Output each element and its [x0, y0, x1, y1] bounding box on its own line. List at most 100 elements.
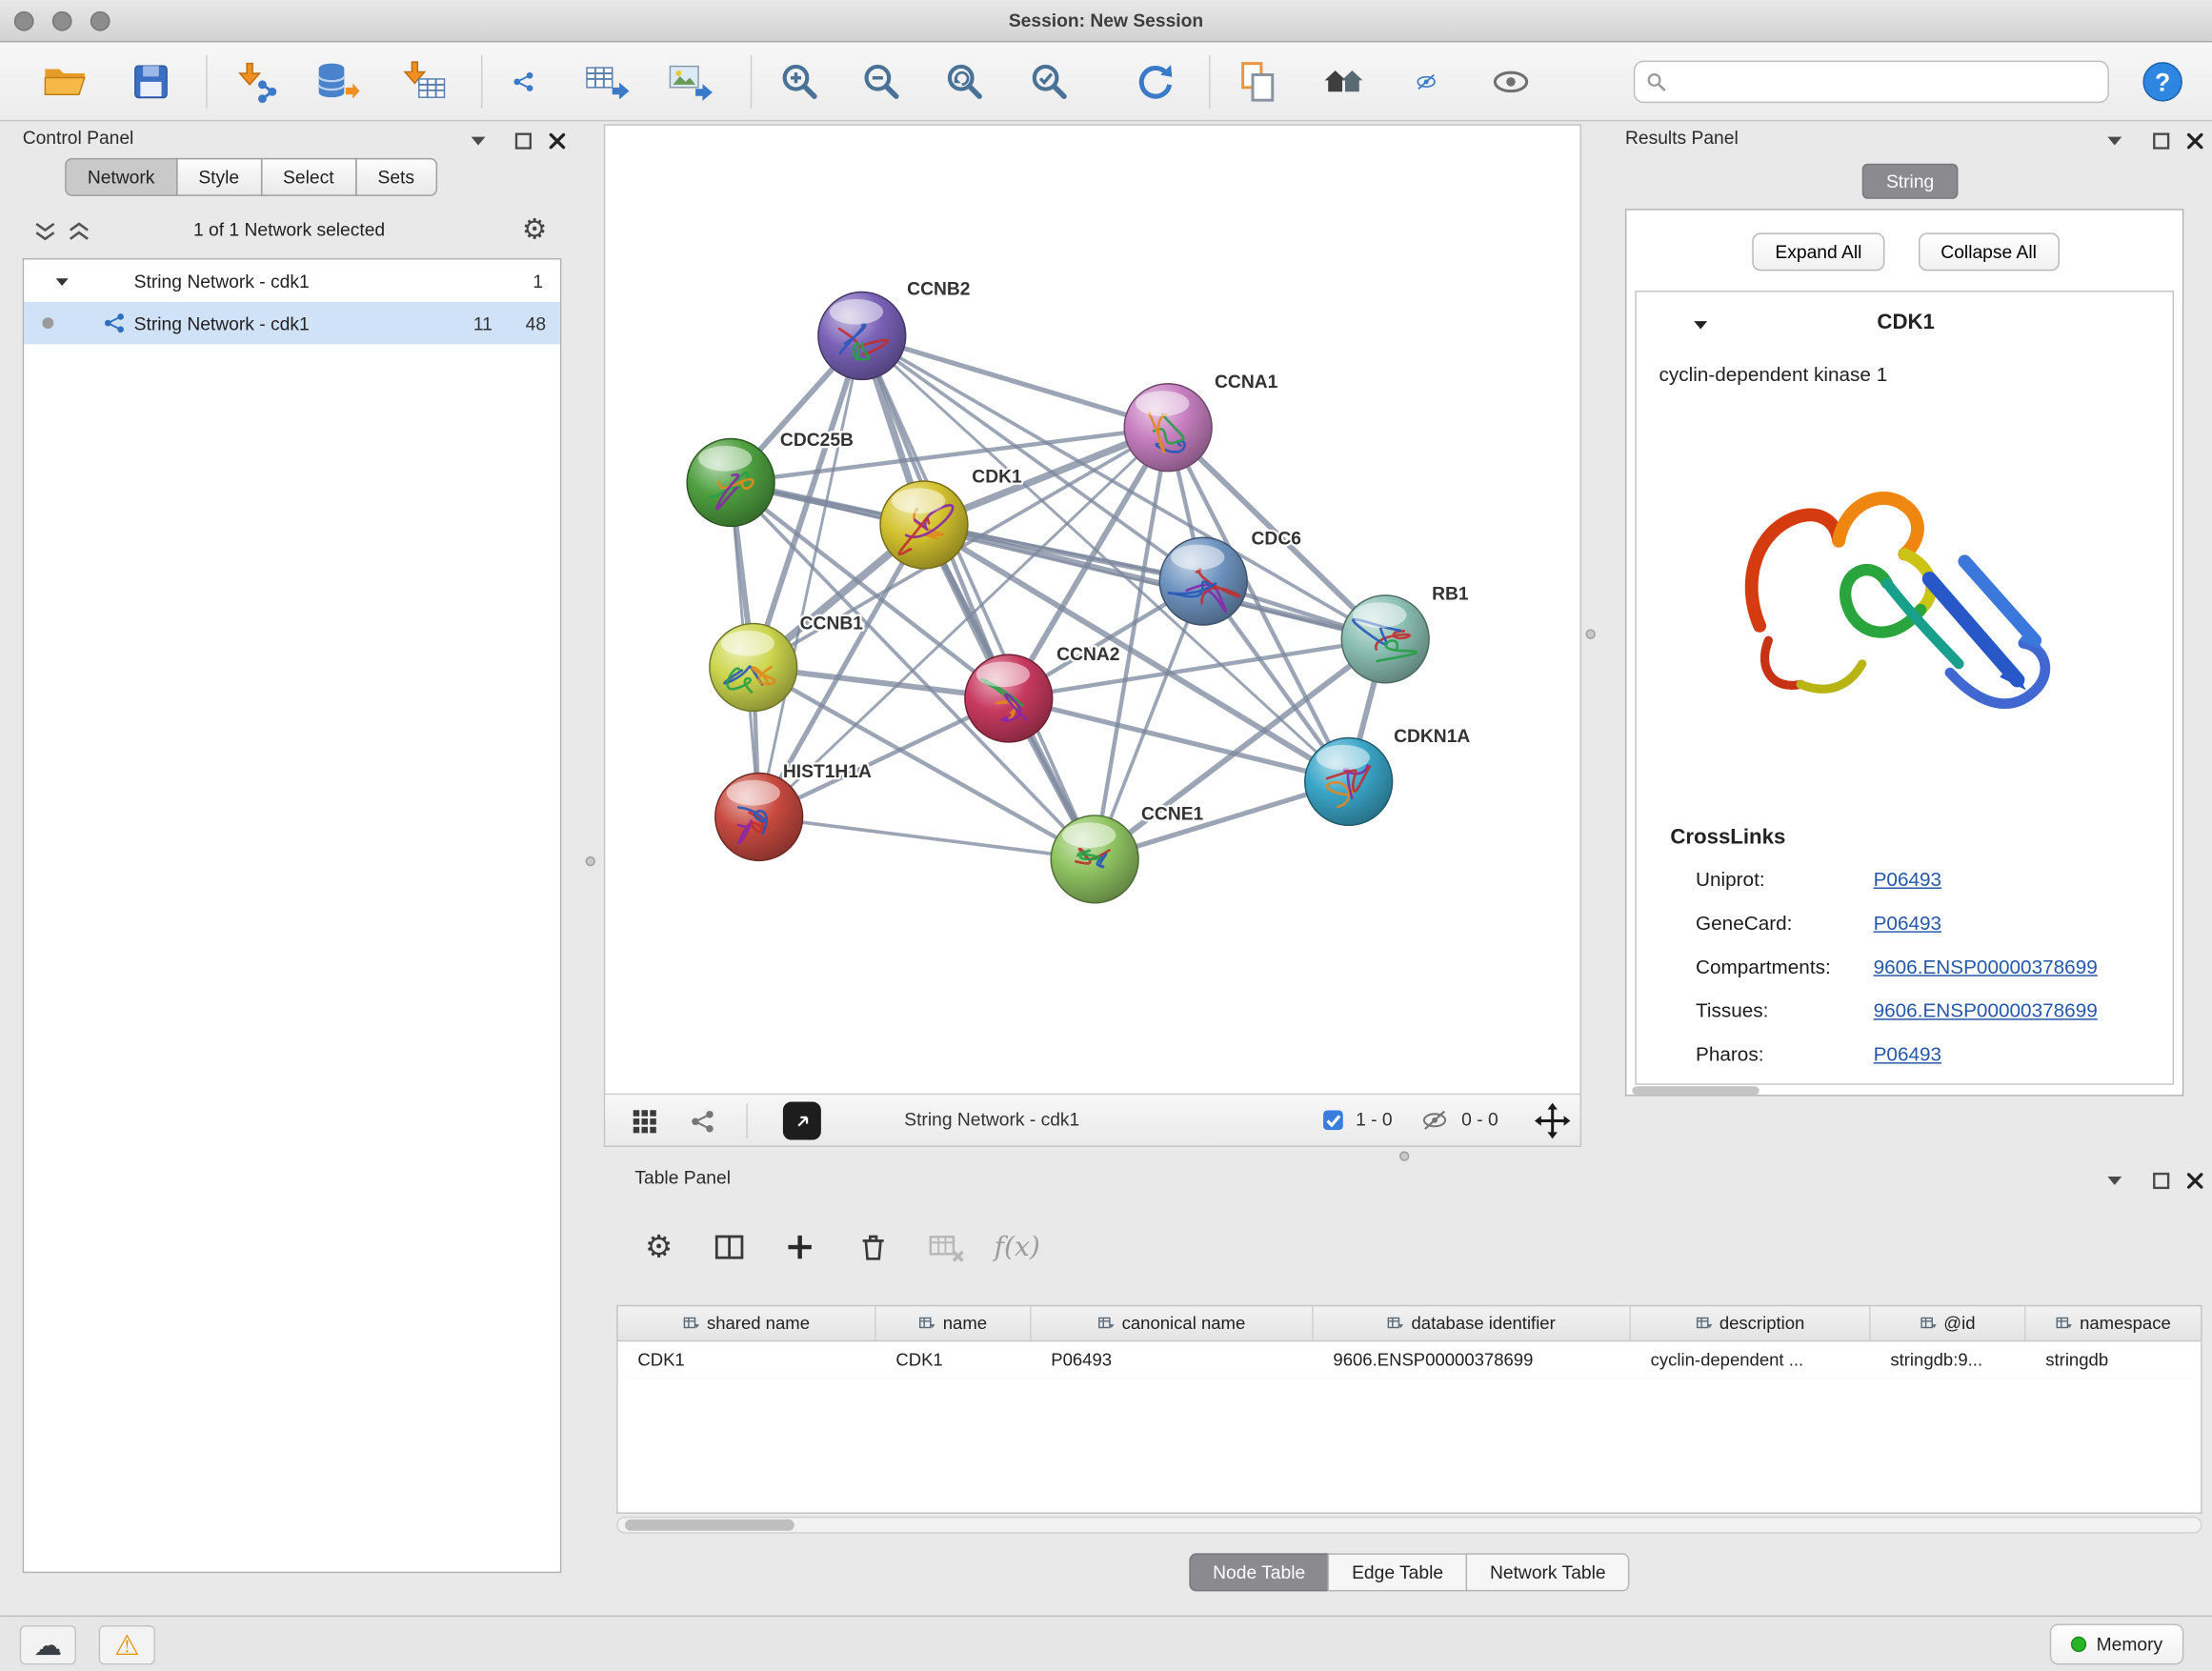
zoom-in-button[interactable] [769, 50, 831, 114]
column-header-namespace[interactable]: namespace [2026, 1306, 2202, 1340]
results-panel-float-icon[interactable] [2101, 130, 2127, 152]
show-graphics-details-button[interactable] [1479, 50, 1541, 114]
control-panel-maximize-icon[interactable] [511, 130, 536, 152]
network-node-CCNA1[interactable] [1124, 384, 1212, 472]
hidden-eye-slash-icon[interactable] [1420, 1106, 1449, 1135]
add-column-button[interactable] [774, 1223, 825, 1271]
expand-all-button[interactable]: Expand All [1753, 232, 1884, 271]
table-hscroll-thumb[interactable] [625, 1520, 794, 1531]
crosslink-genecard-link[interactable]: P06493 [1874, 912, 1941, 935]
collapse-all-button[interactable]: Collapse All [1919, 232, 2060, 271]
table-cell[interactable]: stringdb [2026, 1341, 2202, 1379]
help-button[interactable]: ? [2138, 50, 2188, 114]
copy-document-button[interactable] [1227, 50, 1289, 114]
tab-style[interactable]: Style [176, 158, 262, 196]
network-edge-CDK1-RB1[interactable] [924, 525, 1385, 639]
network-edge-HIST1H1A-CCNE1[interactable] [759, 816, 1095, 858]
tab-string[interactable]: String [1862, 164, 1959, 199]
zoom-selected-button[interactable] [1018, 50, 1080, 114]
network-node-CCNB2[interactable] [818, 292, 906, 380]
table-row[interactable]: CDK1 CDK1 P06493 9606.ENSP00000378699 cy… [616, 1341, 2202, 1379]
open-session-button[interactable] [34, 50, 96, 114]
results-hscroll-thumb[interactable] [1632, 1086, 1759, 1095]
footer-separator [746, 1103, 747, 1138]
cloud-button[interactable]: ☁ [20, 1625, 76, 1664]
pan-crosshair-icon[interactable] [1534, 1102, 1572, 1140]
open-view-button[interactable] [783, 1102, 821, 1140]
zoom-out-button[interactable] [851, 50, 913, 114]
import-network-from-database-button[interactable] [306, 50, 368, 114]
crosslink-pharos-link[interactable]: P06493 [1874, 1042, 1941, 1065]
network-canvas[interactable]: CCNB2CCNA1CDC25BCDK1CDC6RB1CCNB1CCNA2CDK… [605, 126, 1579, 1094]
export-table-button[interactable] [575, 50, 637, 114]
delete-column-button[interactable] [848, 1223, 898, 1271]
table-panel-close-icon[interactable] [2182, 1170, 2208, 1193]
network-node-CDK1[interactable] [880, 481, 968, 569]
column-header-canonical-name[interactable]: canonical name [1032, 1306, 1314, 1340]
import-network-button[interactable] [226, 50, 288, 114]
right-splitter-handle[interactable] [1585, 629, 1595, 638]
table-cell[interactable]: P06493 [1032, 1341, 1314, 1379]
network-node-CDC6[interactable] [1159, 537, 1247, 625]
table-cell[interactable]: 9606.ENSP00000378699 [1314, 1341, 1631, 1379]
show-columns-button[interactable] [704, 1223, 754, 1271]
results-panel-maximize-icon[interactable] [2148, 130, 2174, 152]
network-view-share-icon[interactable] [684, 1103, 721, 1140]
grid-view-icon[interactable] [627, 1103, 664, 1140]
selected-checkbox-icon[interactable] [1320, 1107, 1346, 1133]
results-panel-close-icon[interactable] [2182, 130, 2208, 152]
crosslink-uniprot-link[interactable]: P06493 [1874, 868, 1941, 891]
network-collection-row[interactable]: String Network - cdk1 1 [24, 259, 560, 301]
column-header-id[interactable]: @id [1871, 1306, 2026, 1340]
network-node-CDC25B[interactable] [687, 439, 774, 527]
zoom-fit-button[interactable] [934, 50, 995, 114]
search-input[interactable] [1675, 71, 2097, 92]
save-session-button[interactable] [120, 50, 182, 114]
column-header-description[interactable]: description [1631, 1306, 1871, 1340]
tab-edge-table[interactable]: Edge Table [1328, 1553, 1467, 1591]
network-options-gear-icon[interactable]: ⚙ [522, 211, 548, 246]
table-cell[interactable]: CDK1 [618, 1341, 876, 1379]
table-cell[interactable]: cyclin-dependent ... [1631, 1341, 1871, 1379]
home-networks-button[interactable] [1314, 50, 1376, 114]
network-node-CCNE1[interactable] [1051, 815, 1138, 903]
network-edge-CCNB2-CCNE1[interactable] [862, 335, 1095, 858]
network-node-CCNB1[interactable] [710, 624, 797, 712]
tab-network[interactable]: Network [65, 158, 177, 196]
network-node-HIST1H1A[interactable] [715, 774, 803, 861]
column-header-database-identifier[interactable]: database identifier [1314, 1306, 1631, 1340]
column-header-name[interactable]: name [876, 1306, 1032, 1340]
network-row-selected[interactable]: String Network - cdk1 11 48 [24, 302, 560, 344]
tab-sets[interactable]: Sets [355, 158, 437, 196]
bottom-splitter-handle[interactable] [1399, 1151, 1409, 1160]
column-label: namespace [2080, 1314, 2171, 1334]
left-splitter-handle[interactable] [586, 856, 595, 866]
hide-graphics-details-button[interactable] [1396, 50, 1458, 114]
refresh-layout-button[interactable] [1124, 50, 1186, 114]
crosslink-compartments-link[interactable]: 9606.ENSP00000378699 [1874, 956, 2098, 978]
network-node-CCNA2[interactable] [965, 654, 1053, 742]
export-image-button[interactable] [659, 50, 721, 114]
network-edge-CCNB2-CCNA1[interactable] [862, 335, 1168, 427]
tree-expand-icon[interactable] [52, 272, 72, 292]
control-panel-float-icon[interactable] [466, 130, 492, 152]
table-cell[interactable]: stringdb:9... [1871, 1341, 2026, 1379]
tab-select[interactable]: Select [260, 158, 356, 196]
clone-network-button[interactable] [493, 50, 554, 114]
table-cell[interactable]: CDK1 [876, 1341, 1032, 1379]
memory-button[interactable]: Memory [2050, 1623, 2184, 1664]
table-panel-float-icon[interactable] [2101, 1170, 2127, 1193]
column-header-shared-name[interactable]: shared name [618, 1306, 876, 1340]
control-panel-close-icon[interactable] [545, 130, 571, 152]
network-node-RB1[interactable] [1341, 595, 1429, 683]
table-options-gear-icon[interactable]: ⚙ [633, 1223, 684, 1271]
network-node-CDKN1A[interactable] [1305, 737, 1393, 825]
table-panel-maximize-icon[interactable] [2148, 1170, 2174, 1193]
node-label-CCNE1: CCNE1 [1141, 804, 1204, 824]
tab-node-table[interactable]: Node Table [1189, 1553, 1329, 1591]
network-edge-CCNB2-HIST1H1A[interactable] [759, 335, 862, 816]
import-table-button[interactable] [393, 50, 455, 114]
warnings-button[interactable]: ⚠ [99, 1625, 155, 1664]
crosslink-tissues-link[interactable]: 9606.ENSP00000378699 [1874, 998, 2098, 1021]
tab-network-table[interactable]: Network Table [1466, 1553, 1630, 1591]
